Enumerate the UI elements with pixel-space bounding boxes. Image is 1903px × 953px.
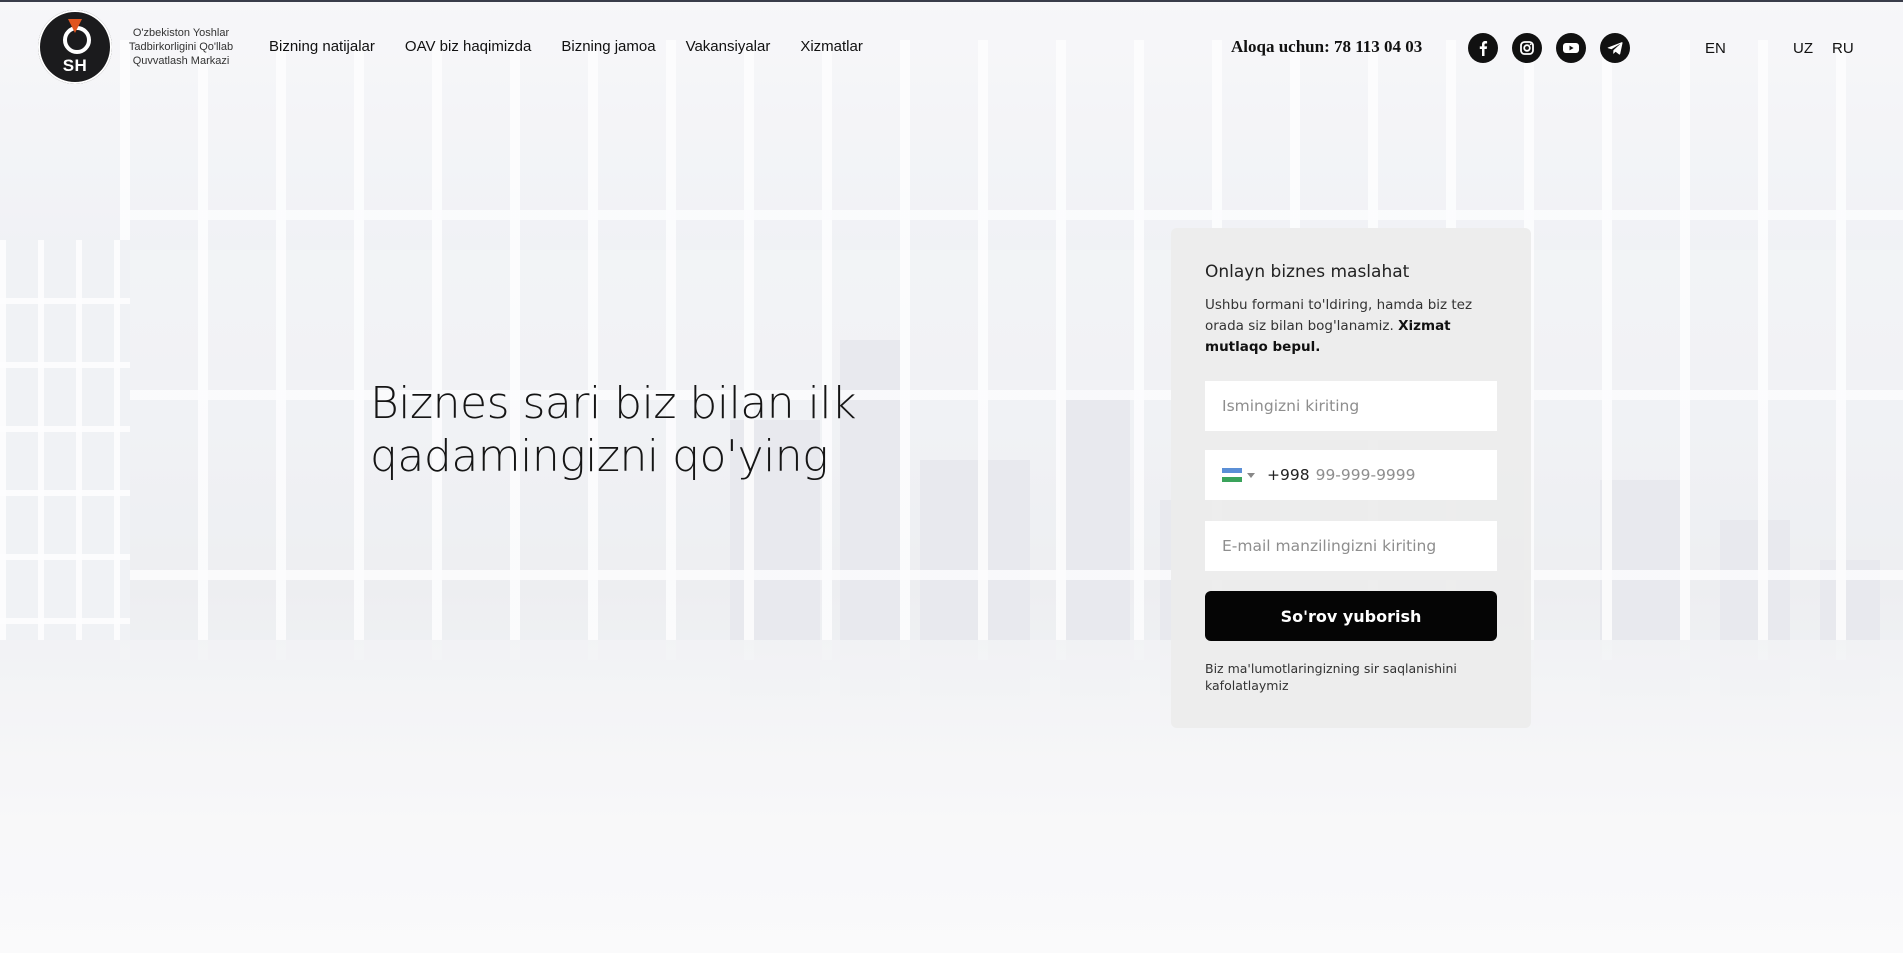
nav-xizmatlar[interactable]: Xizmatlar	[800, 38, 863, 55]
phone-field: +998	[1205, 450, 1497, 500]
lang-ru[interactable]: RU	[1832, 40, 1854, 57]
email-input[interactable]	[1205, 521, 1497, 571]
privacy-note: Biz ma'lumotlaringizning sir saqlanishin…	[1205, 661, 1457, 693]
nav-vakansiyalar[interactable]: Vakansiyalar	[686, 38, 771, 55]
site-header: SH O'zbekiston Yoshlar Tadbirkorligini Q…	[0, 0, 1903, 96]
logo[interactable]: SH O'zbekiston Yoshlar Tadbirkorligini Q…	[38, 10, 242, 84]
lang-uz[interactable]: UZ	[1793, 40, 1813, 57]
phone-country-code: +998	[1267, 466, 1310, 484]
contact-phone[interactable]: Aloqa uchun: 78 113 04 03	[1231, 37, 1422, 57]
nav-oav-biz-haqimizda[interactable]: OAV biz haqimizda	[405, 38, 531, 55]
hero-title: Biznes sari biz bilan ilk qadamingizni q…	[370, 378, 857, 482]
form-description: Ushbu formani to'ldiring, hamda biz tez …	[1205, 297, 1473, 355]
main-nav: Bizning natijalar OAV biz haqimizda Bizn…	[269, 38, 893, 55]
logo-text: O'zbekiston Yoshlar Tadbirkorligini Qo'l…	[128, 27, 234, 67]
email-field	[1205, 521, 1497, 571]
instagram-icon[interactable]	[1512, 33, 1542, 63]
name-field	[1205, 381, 1497, 431]
submit-request-button[interactable]: So'rov yuborish	[1205, 591, 1497, 641]
consultation-form-card: Onlayn biznes maslahat Ushbu formani to'…	[1171, 228, 1531, 728]
chevron-down-icon[interactable]	[1247, 472, 1255, 478]
nav-bizning-jamoa[interactable]: Bizning jamoa	[561, 38, 655, 55]
lang-en[interactable]: EN	[1705, 40, 1726, 57]
phone-input[interactable]	[1309, 450, 1497, 500]
background-office-scene	[0, 0, 1903, 953]
facebook-icon[interactable]	[1468, 33, 1498, 63]
name-input[interactable]	[1205, 381, 1497, 431]
uzbekistan-flag-icon[interactable]	[1222, 468, 1242, 483]
youtube-icon[interactable]	[1556, 33, 1586, 63]
telegram-icon[interactable]	[1600, 33, 1630, 63]
nav-bizning-natijalar[interactable]: Bizning natijalar	[269, 38, 375, 55]
form-title: Onlayn biznes maslahat	[1205, 262, 1410, 282]
logo-mark: SH	[38, 10, 112, 84]
social-links	[1468, 33, 1644, 63]
